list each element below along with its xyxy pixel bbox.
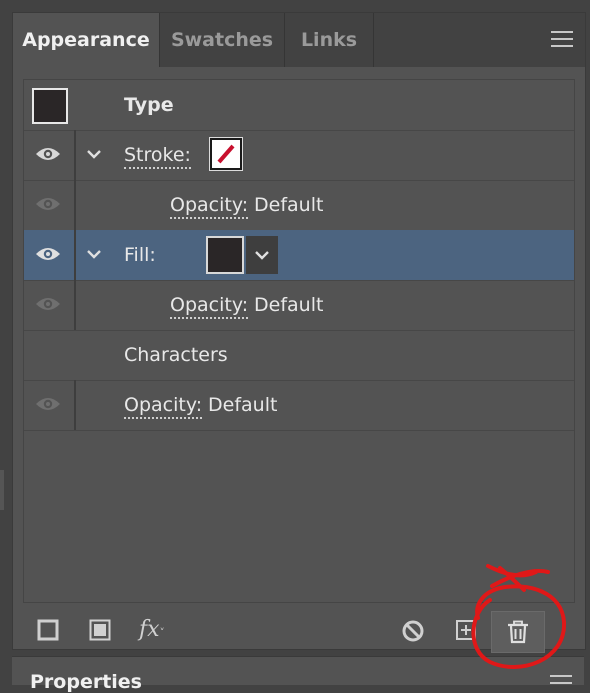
fill-opacity-value: Default — [254, 294, 324, 316]
fill-swatch[interactable] — [206, 236, 244, 274]
tab-appearance[interactable]: Appearance — [13, 13, 160, 67]
panel-tab-bar: Appearance Swatches Links — [13, 13, 585, 67]
hamburger-menu-icon[interactable] — [550, 675, 572, 693]
opacity-link[interactable]: Opacity: — [170, 294, 249, 319]
visibility-column — [24, 180, 76, 230]
chevron-down-icon[interactable] — [86, 148, 102, 160]
add-stroke-icon[interactable] — [37, 619, 59, 641]
opacity-label[interactable]: Opacity: — [124, 380, 203, 430]
fill-label[interactable]: Fill: — [124, 230, 156, 280]
hamburger-menu-icon[interactable] — [551, 31, 573, 49]
fill-opacity-row[interactable]: Opacity: Default — [24, 280, 574, 331]
opacity-link[interactable]: Opacity: — [124, 394, 203, 419]
visibility-column — [24, 130, 76, 180]
clear-appearance-icon[interactable] — [401, 619, 425, 643]
opacity-link[interactable]: Opacity: — [170, 194, 249, 219]
visibility-column — [24, 280, 76, 330]
eye-icon[interactable] — [35, 395, 61, 413]
characters-row[interactable]: Characters — [24, 330, 574, 381]
properties-panel-title[interactable]: Properties — [30, 671, 142, 693]
window-edge — [0, 470, 4, 510]
duplicate-item-icon[interactable] — [455, 619, 477, 641]
object-type-label: Type — [124, 94, 174, 116]
none-swatch-icon — [217, 144, 235, 164]
fill-swatch-dropdown[interactable] — [246, 236, 278, 274]
appearance-list: Type Stroke: Opacity: Default Fill: Opac… — [23, 79, 575, 603]
stroke-opacity-value: Default — [254, 194, 324, 216]
chevron-down-icon — [255, 251, 269, 260]
appearance-footer-toolbar: fx˅ — [13, 611, 585, 653]
eye-icon[interactable] — [35, 295, 61, 313]
tab-swatches[interactable]: Swatches — [160, 13, 285, 67]
fill-opacity-label[interactable]: Opacity: — [170, 280, 249, 330]
appearance-panel: Appearance Swatches Links Type Stroke: O… — [12, 12, 586, 653]
stroke-link[interactable]: Stroke: — [124, 144, 191, 169]
visibility-column — [24, 380, 76, 430]
eye-icon[interactable] — [35, 145, 61, 163]
stroke-label[interactable]: Stroke: — [124, 130, 191, 180]
stroke-row[interactable]: Stroke: — [24, 130, 574, 181]
delete-item-button[interactable] — [491, 611, 545, 653]
fx-effects-icon[interactable]: fx˅ — [139, 617, 165, 642]
characters-label[interactable]: Characters — [124, 330, 228, 380]
stroke-opacity-label[interactable]: Opacity: — [170, 180, 249, 230]
visibility-column — [24, 230, 76, 280]
add-fill-icon[interactable] — [89, 619, 111, 641]
tab-links[interactable]: Links — [285, 13, 374, 67]
properties-panel: Properties — [12, 656, 584, 693]
type-thumbnail — [32, 88, 68, 124]
eye-icon[interactable] — [35, 245, 61, 263]
trash-icon — [508, 620, 528, 644]
fill-row[interactable]: Fill: — [24, 230, 574, 281]
opacity-row[interactable]: Opacity: Default — [24, 380, 574, 431]
stroke-opacity-row[interactable]: Opacity: Default — [24, 180, 574, 231]
opacity-value: Default — [208, 394, 278, 416]
eye-icon[interactable] — [35, 195, 61, 213]
appearance-header-row: Type — [24, 80, 574, 131]
stroke-swatch[interactable] — [209, 137, 243, 171]
chevron-down-icon[interactable] — [86, 248, 102, 260]
